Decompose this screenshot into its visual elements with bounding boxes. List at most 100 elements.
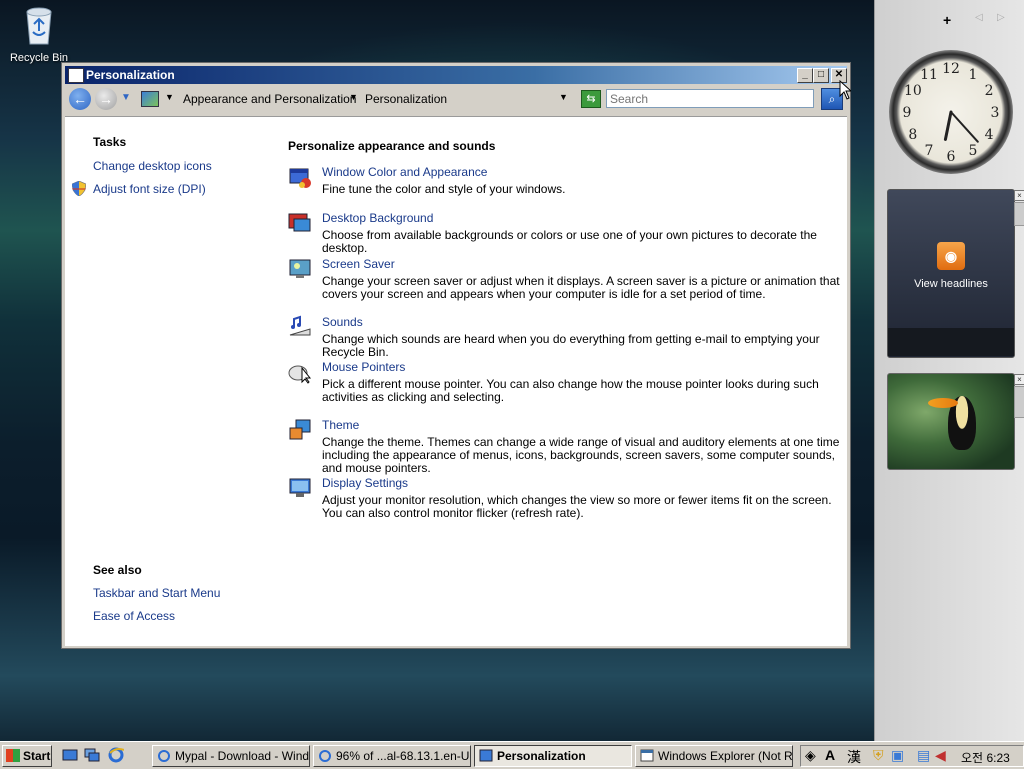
- clock-face: 12 12 3 45678 9 1011: [903, 61, 1000, 165]
- sounds-desc: Change which sounds are heard when you d…: [322, 332, 820, 359]
- taskbar: Start Mypal - Download - Wind... 96% of …: [0, 741, 1024, 769]
- slideshow-gadget-close-button[interactable]: ×: [1014, 374, 1024, 385]
- start-label: Start: [23, 749, 51, 763]
- clock-number: 11: [920, 67, 938, 83]
- maximize-button[interactable]: □: [813, 68, 829, 83]
- back-arrow-icon: ←: [73, 91, 87, 107]
- clock-time[interactable]: 오전 6:23: [961, 749, 1010, 766]
- volume-muted-icon[interactable]: ◀: [935, 747, 946, 764]
- slideshow-gadget[interactable]: [887, 373, 1015, 470]
- display-settings-link[interactable]: Display Settings: [322, 476, 408, 490]
- desktop-background-icon: [288, 211, 312, 235]
- screen-saver-desc: Change your screen saver or adjust when …: [322, 274, 840, 301]
- refresh-button[interactable]: ⇆: [581, 90, 601, 108]
- personalization-window: Personalization _ □ ✕ ← → ▼ ▼ Appearance…: [61, 62, 851, 649]
- taskbar-button-label: Personalization: [497, 749, 586, 763]
- refresh-icon: ⇆: [586, 93, 596, 105]
- taskbar-button-mypal[interactable]: Mypal - Download - Wind...: [152, 745, 310, 767]
- taskbar-button-explorer[interactable]: Windows Explorer (Not R...: [635, 745, 793, 767]
- previous-gadget-button[interactable]: ◁: [975, 12, 983, 23]
- taskbar-button-personalization[interactable]: Personalization: [474, 745, 632, 767]
- clock-number: 7: [925, 143, 934, 159]
- control-panel-icon: [479, 749, 493, 762]
- network-icon[interactable]: ▣: [891, 747, 904, 764]
- feed-gadget-close-button[interactable]: ×: [1014, 190, 1024, 201]
- language-bar-icon[interactable]: ◈: [805, 747, 816, 764]
- address-dropdown-icon[interactable]: ▼: [559, 92, 568, 102]
- theme-desc: Change the theme. Themes can change a wi…: [322, 435, 840, 475]
- breadcrumb-chevron-icon[interactable]: ▼: [165, 92, 174, 102]
- mouse-pointers-link[interactable]: Mouse Pointers: [322, 360, 405, 374]
- windows-sidebar: + ◁ ▷ 12 1 2 3 4 5 6 7 8 9 10 11 ◉ View headlines ×…: [874, 0, 1024, 741]
- desktop-background-desc: Choose from available backgrounds or col…: [322, 228, 817, 255]
- content-pane: Tasks Change desktop icons Adjust font s…: [65, 116, 847, 646]
- recycle-bin-desktop-icon[interactable]: Recycle Bin: [6, 4, 72, 64]
- task-change-desktop-icons[interactable]: Change desktop icons: [93, 159, 212, 173]
- desktop-background-link[interactable]: Desktop Background: [322, 211, 433, 225]
- mouse-pointers-desc: Pick a different mouse pointer. You can …: [322, 377, 819, 404]
- minimize-button[interactable]: _: [797, 68, 813, 83]
- slideshow-gadget-drag-handle[interactable]: [1014, 386, 1024, 418]
- clock-minute-hand: [950, 111, 979, 143]
- feed-gadget-drag-handle[interactable]: [1014, 202, 1024, 226]
- sounds-link[interactable]: Sounds: [322, 315, 363, 329]
- theme-link[interactable]: Theme: [322, 418, 359, 432]
- taskbar-button-download[interactable]: 96% of ...al-68.13.1.en-U...: [313, 745, 471, 767]
- security-shield-icon[interactable]: ⛨: [873, 747, 884, 764]
- address-bar[interactable]: ▼ Appearance and Personalization ▼ Perso…: [137, 88, 573, 110]
- see-also-taskbar-start-menu[interactable]: Taskbar and Start Menu: [93, 586, 220, 600]
- window-title-bar[interactable]: Personalization _ □ ✕: [65, 66, 847, 84]
- window-color-link[interactable]: Window Color and Appearance: [322, 165, 487, 179]
- taskbar-button-label: Mypal - Download - Wind...: [175, 749, 310, 763]
- sounds-icon: [288, 315, 312, 339]
- start-button[interactable]: Start: [2, 745, 52, 767]
- window-title: Personalization: [86, 68, 175, 82]
- clock-number: 4: [985, 127, 994, 143]
- monitor-icon[interactable]: ▤: [917, 747, 930, 764]
- ime-mode-a[interactable]: A: [825, 747, 835, 763]
- theme-icon: [288, 418, 312, 442]
- mouse-cursor-icon: [839, 79, 853, 103]
- feed-headlines-gadget[interactable]: ◉ View headlines: [887, 189, 1015, 358]
- navigation-bar: ← → ▼ ▼ Appearance and Personalization ▼…: [65, 85, 847, 115]
- clock-ampm: 오전: [961, 751, 984, 765]
- show-desktop-icon[interactable]: [62, 747, 78, 763]
- clock-number: 5: [969, 143, 978, 159]
- switch-windows-icon[interactable]: [84, 747, 100, 763]
- search-icon: ⌕: [828, 92, 836, 106]
- clock-number: 6: [947, 149, 956, 165]
- browser-icon: [157, 749, 171, 762]
- clock-number: 1: [969, 67, 978, 83]
- rss-icon: ◉: [937, 242, 965, 270]
- screen-saver-link[interactable]: Screen Saver: [322, 257, 395, 271]
- search-input[interactable]: [606, 89, 814, 108]
- see-also-ease-of-access[interactable]: Ease of Access: [93, 609, 175, 623]
- display-settings-icon: [288, 476, 312, 500]
- system-tray: ◈ A 漢 ⛨ ▣ ▤ ◀ 오전 6:23: [800, 745, 1024, 767]
- internet-explorer-icon[interactable]: [108, 747, 125, 763]
- clock-number: 9: [903, 105, 912, 121]
- add-gadget-button[interactable]: +: [943, 12, 951, 28]
- clock-number: 3: [991, 105, 1000, 121]
- recycle-bin-icon: [22, 4, 56, 45]
- forward-arrow-icon: →: [99, 91, 113, 107]
- control-panel-icon: [141, 91, 159, 107]
- display-settings-desc: Adjust your monitor resolution, which ch…: [322, 493, 832, 520]
- forward-button[interactable]: →: [95, 88, 117, 110]
- breadcrumb-chevron-icon[interactable]: ▼: [349, 92, 358, 102]
- uac-shield-icon: [71, 180, 87, 197]
- clock-gadget[interactable]: 12 1 2 3 4 5 6 7 8 9 10 11: [889, 50, 1013, 174]
- clock-hour-hand: [943, 110, 953, 141]
- breadcrumb-personalization[interactable]: Personalization: [365, 92, 447, 106]
- view-headlines-label: View headlines: [914, 278, 988, 290]
- recent-pages-dropdown[interactable]: ▼: [121, 92, 131, 103]
- back-button[interactable]: ←: [69, 88, 91, 110]
- breadcrumb-appearance[interactable]: Appearance and Personalization: [183, 92, 356, 106]
- ime-hanja[interactable]: 漢: [847, 747, 861, 767]
- clock-number: 12: [942, 61, 960, 77]
- window-icon: [640, 749, 654, 762]
- clock-number: 10: [904, 83, 922, 99]
- task-adjust-font-size[interactable]: Adjust font size (DPI): [93, 182, 206, 196]
- feed-gadget-footer: [888, 328, 1014, 356]
- next-gadget-button[interactable]: ▷: [997, 12, 1005, 23]
